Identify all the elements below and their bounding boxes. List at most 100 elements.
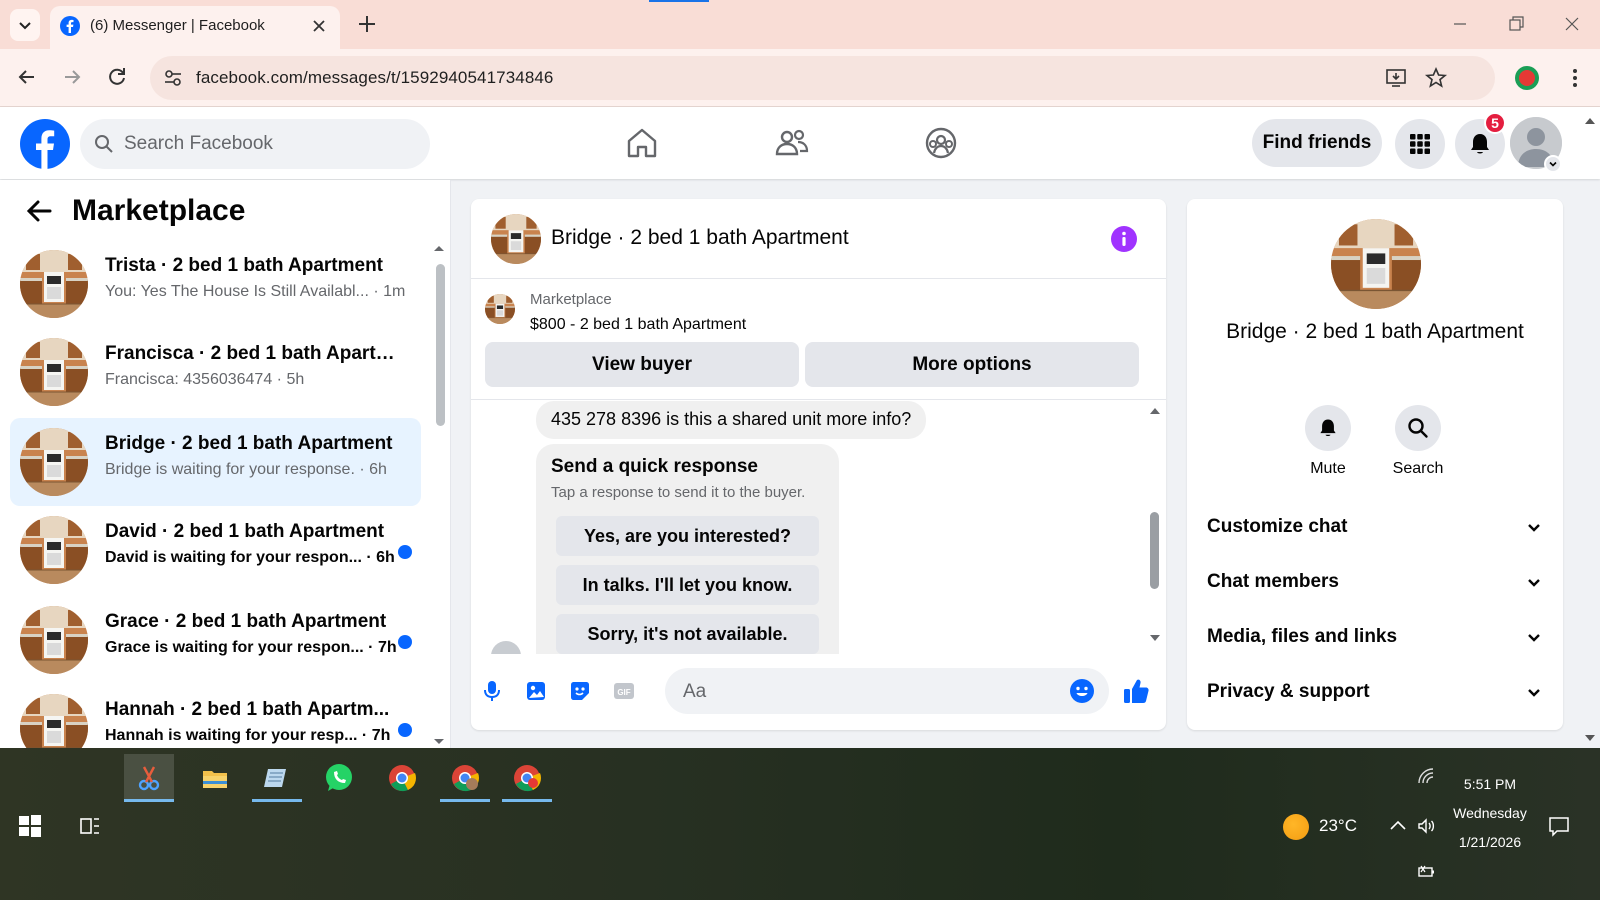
- task-view-icon[interactable]: [78, 814, 102, 838]
- microphone-icon[interactable]: [479, 678, 505, 704]
- media-files-links-section[interactable]: Media, files and links: [1207, 617, 1543, 657]
- marketplace-listing-card: Marketplace $800 - 2 bed 1 bath Apartmen…: [471, 280, 1166, 400]
- chevron-up-icon[interactable]: [1388, 816, 1408, 836]
- tab-search-button[interactable]: [10, 9, 40, 41]
- search-icon: [95, 135, 113, 153]
- window-close-icon[interactable]: [1560, 12, 1584, 36]
- browser-menu-icon[interactable]: [1562, 65, 1588, 91]
- customize-chat-section[interactable]: Customize chat: [1207, 507, 1543, 547]
- windows-start-icon[interactable]: [18, 814, 42, 838]
- conversation-avatar[interactable]: [491, 214, 541, 264]
- taskbar-app-snipping[interactable]: [124, 754, 174, 802]
- action-center-icon[interactable]: [1547, 814, 1571, 838]
- taskbar-app-explorer[interactable]: [190, 754, 240, 802]
- photo-icon[interactable]: [523, 678, 549, 704]
- extension-icon[interactable]: [1515, 66, 1539, 90]
- emoji-icon[interactable]: [1069, 678, 1095, 704]
- facebook-logo-icon[interactable]: [20, 119, 70, 169]
- quick-response-card: Send a quick response Tap a response to …: [536, 444, 839, 654]
- page-scroll-down-icon[interactable]: [1584, 732, 1596, 744]
- quick-reply-button[interactable]: In talks. I'll let you know.: [556, 565, 819, 605]
- chat-list-item[interactable]: Hannah · 2 bed 1 bath Apartm... Hannah i…: [10, 684, 421, 748]
- message-list: 435 278 8396 is this a shared unit more …: [471, 401, 1166, 654]
- friends-icon[interactable]: [773, 124, 811, 162]
- taskbar-app-notes[interactable]: [252, 754, 302, 802]
- info-title: Bridge · 2 bed 1 bath Apartment: [1226, 320, 1524, 343]
- network-icon[interactable]: [1416, 766, 1436, 786]
- mute-button[interactable]: Mute: [1288, 405, 1368, 478]
- chat-title: Trista · 2 bed 1 bath Apartment: [105, 255, 384, 276]
- section-label: Privacy & support: [1207, 681, 1370, 702]
- message-input[interactable]: Aa: [665, 668, 1109, 714]
- chat-list-item[interactable]: David · 2 bed 1 bath Apartment David is …: [10, 506, 421, 594]
- account-caret[interactable]: [1544, 155, 1562, 173]
- page-scroll-up-icon[interactable]: [1584, 115, 1596, 127]
- message-scroll-thumb[interactable]: [1150, 512, 1159, 589]
- volume-icon[interactable]: [1416, 816, 1436, 836]
- taskbar-app-whatsapp[interactable]: [314, 754, 364, 802]
- new-tab-icon[interactable]: [356, 13, 378, 35]
- taskbar-app-chrome[interactable]: [377, 754, 427, 802]
- chat-list-item[interactable]: Grace · 2 bed 1 bath Apartment Grace is …: [10, 596, 421, 684]
- app-grid-icon: [1410, 134, 1430, 154]
- sender-avatar: [491, 641, 521, 654]
- info-avatar: [1331, 219, 1421, 309]
- conversation-title[interactable]: Bridge · 2 bed 1 bath Apartment: [551, 226, 849, 250]
- groups-icon[interactable]: [922, 124, 960, 162]
- menu-button[interactable]: [1395, 119, 1445, 169]
- chat-list-item-active[interactable]: Bridge · 2 bed 1 bath Apartment Bridge i…: [10, 418, 421, 506]
- chevron-down-icon: [1528, 634, 1540, 642]
- chat-list-header: Marketplace: [24, 194, 245, 228]
- reload-icon[interactable]: [104, 64, 130, 90]
- site-info-icon[interactable]: [162, 67, 184, 89]
- search-in-chat-button[interactable]: Search: [1378, 405, 1458, 478]
- home-icon[interactable]: [623, 124, 661, 162]
- bell-icon: [1471, 134, 1489, 154]
- chat-list-item[interactable]: Francisca · 2 bed 1 bath Apartm... Franc…: [10, 328, 421, 416]
- install-app-icon[interactable]: [1384, 66, 1408, 90]
- forward-icon[interactable]: [59, 64, 85, 90]
- close-icon[interactable]: [310, 17, 328, 35]
- find-friends-button[interactable]: Find friends: [1252, 119, 1382, 167]
- temperature[interactable]: 23°C: [1319, 816, 1357, 836]
- restore-icon[interactable]: [1504, 12, 1528, 36]
- scroll-up-icon[interactable]: [1149, 405, 1161, 417]
- browser-tab[interactable]: (6) Messenger | Facebook: [50, 6, 340, 49]
- chat-members-section[interactable]: Chat members: [1207, 562, 1543, 602]
- chat-list-scroll-thumb[interactable]: [436, 264, 445, 426]
- chat-preview: David is waiting for your respon... · 6h: [105, 549, 395, 566]
- scroll-down-icon[interactable]: [1149, 632, 1161, 644]
- chat-title: David · 2 bed 1 bath Apartment: [105, 521, 385, 542]
- bookmark-star-icon[interactable]: [1424, 66, 1448, 90]
- listing-title: $800 - 2 bed 1 bath Apartment: [530, 316, 747, 333]
- quick-reply-button[interactable]: Yes, are you interested?: [556, 516, 819, 556]
- back-arrow-icon[interactable]: [24, 196, 54, 226]
- quick-reply-button[interactable]: Sorry, it's not available.: [556, 614, 819, 654]
- gif-icon[interactable]: GIF: [611, 678, 637, 704]
- conversation-panel: Bridge · 2 bed 1 bath Apartment Marketpl…: [471, 199, 1166, 730]
- thumbs-up-icon[interactable]: [1121, 676, 1151, 706]
- weather-sun-icon[interactable]: [1283, 814, 1309, 840]
- search-label: Search: [1392, 460, 1444, 477]
- back-icon[interactable]: [14, 64, 40, 90]
- chat-list-item[interactable]: Trista · 2 bed 1 bath Apartment You: Yes…: [10, 240, 421, 328]
- privacy-support-section[interactable]: Privacy & support: [1207, 672, 1543, 712]
- sticker-icon[interactable]: [567, 678, 593, 704]
- facebook-search-input[interactable]: Search Facebook: [80, 119, 430, 169]
- marketplace-label: Marketplace: [530, 291, 612, 308]
- taskbar-app-chrome-profile[interactable]: [440, 754, 490, 802]
- chat-title: Francisca · 2 bed 1 bath Apartm...: [105, 343, 395, 364]
- info-icon[interactable]: [1111, 226, 1137, 252]
- chrome-icon: [389, 765, 416, 792]
- more-options-button[interactable]: More options: [805, 342, 1139, 387]
- chat-avatar: [20, 250, 88, 318]
- message-composer: GIF Aa: [471, 654, 1166, 730]
- view-buyer-button[interactable]: View buyer: [485, 342, 799, 387]
- address-bar[interactable]: facebook.com/messages/t/1592940541734846: [150, 56, 1495, 100]
- chat-avatar: [20, 694, 88, 748]
- clock[interactable]: 5:51 PM Wednesday 1/21/2026: [1440, 770, 1540, 857]
- battery-icon[interactable]: [1416, 862, 1436, 882]
- taskbar-app-chrome-active[interactable]: [502, 754, 552, 802]
- whatsapp-icon: [326, 764, 352, 791]
- minimize-icon[interactable]: [1448, 12, 1472, 36]
